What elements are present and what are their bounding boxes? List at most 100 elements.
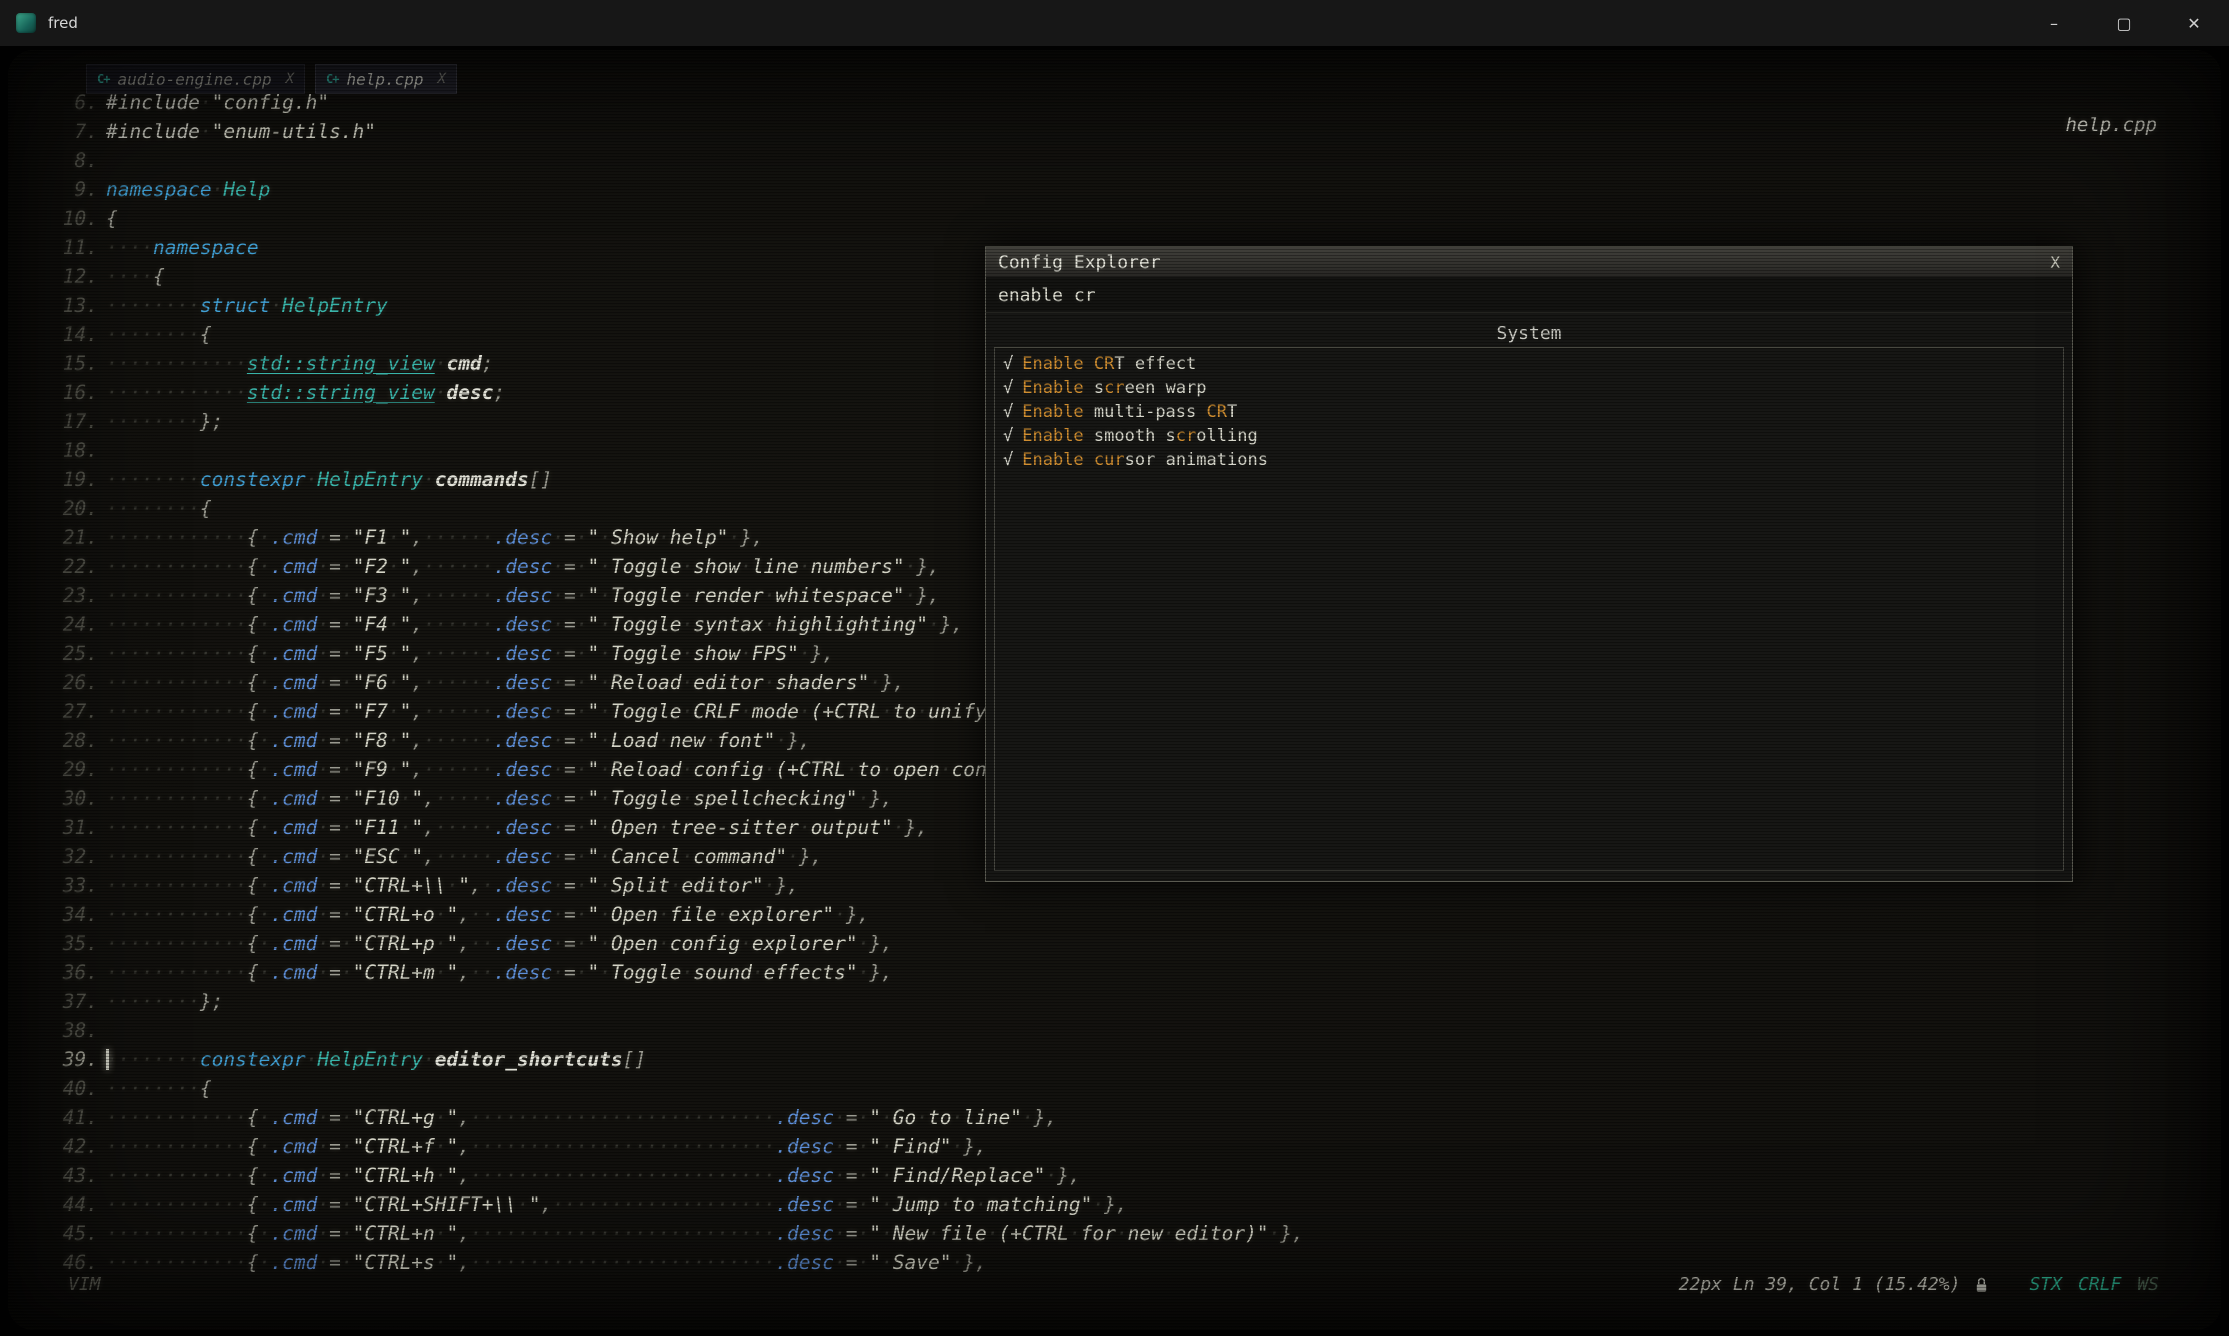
- match-highlight: Enable: [1022, 378, 1083, 398]
- config-option[interactable]: √Enable smooth scrolling: [1003, 424, 2055, 448]
- line-number: 33.: [54, 871, 98, 900]
- code-line: 8.: [8, 146, 2221, 175]
- checkbox-checked-icon: √: [1003, 354, 1013, 374]
- line-number: 34.: [54, 900, 98, 929]
- status-right-group: 22px Ln 39, Col 1 (15.42%) STXCRLFWS: [1679, 1274, 2159, 1295]
- line-number: 18.: [54, 436, 98, 465]
- config-option[interactable]: √ Enable CRT effect: [1003, 352, 2055, 376]
- config-option[interactable]: √ Enable screen warp: [1003, 376, 2055, 400]
- option-text: [1084, 354, 1094, 374]
- line-number: 23.: [54, 581, 98, 610]
- dialog-title: Config Explorer: [998, 252, 1161, 273]
- match-highlight: CR: [1207, 402, 1227, 422]
- crt-bezel: C+ audio-engine.cpp X C+ help.cpp X help…: [0, 46, 2229, 1336]
- status-bar: VIM 22px Ln 39, Col 1 (15.42%) STXCRLFWS: [8, 1274, 2221, 1300]
- option-text: sor animations: [1125, 450, 1268, 470]
- code-line: 46.············{·.cmd·=·"CTRL+s·",······…: [8, 1248, 2221, 1277]
- option-text: T effect: [1114, 354, 1196, 374]
- lock-icon: [1974, 1276, 1989, 1294]
- option-text: s: [1084, 378, 1104, 398]
- line-number: 21.: [54, 523, 98, 552]
- match-highlight: Enable: [1022, 450, 1083, 470]
- status-position: 22px Ln 39, Col 1 (15.42%): [1679, 1274, 1961, 1295]
- dialog-close-icon[interactable]: X: [2050, 253, 2060, 272]
- code-line: 39.········constexpr·HelpEntry·editor_sh…: [8, 1045, 2221, 1074]
- line-number: 7.: [54, 117, 98, 146]
- option-text: smooth s: [1084, 426, 1176, 446]
- checkbox-checked-icon: √: [1003, 378, 1013, 398]
- line-number: 31.: [54, 813, 98, 842]
- checkbox-checked-icon: √: [1003, 450, 1013, 470]
- match-highlight: Enable: [1022, 402, 1083, 422]
- tab-close-icon[interactable]: X: [286, 71, 294, 87]
- line-number: 16.: [54, 378, 98, 407]
- tab-label: help.cpp: [346, 70, 423, 89]
- status-flag-stx: STX: [2029, 1274, 2062, 1295]
- app-icon: [16, 13, 36, 33]
- line-number: 13.: [54, 291, 98, 320]
- line-number: 37.: [54, 987, 98, 1016]
- config-option[interactable]: √ Enable cursor animations: [1003, 448, 2055, 472]
- option-text: T: [1227, 402, 1237, 422]
- line-number: 8.: [54, 146, 98, 175]
- close-button[interactable]: ✕: [2159, 0, 2229, 46]
- config-search-input[interactable]: enable cr: [986, 278, 2072, 313]
- status-flag-crlf: CRLF: [2078, 1274, 2121, 1295]
- line-number: 14.: [54, 320, 98, 349]
- line-number: 40.: [54, 1074, 98, 1103]
- line-number: 43.: [54, 1161, 98, 1190]
- maximize-button[interactable]: ▢: [2089, 0, 2159, 46]
- match-highlight: Enable: [1022, 426, 1083, 446]
- tab-bar: C+ audio-engine.cpp X C+ help.cpp X: [86, 64, 457, 94]
- match-highlight: cr: [1104, 378, 1124, 398]
- checkbox-checked-icon: √: [1003, 426, 1013, 446]
- line-number: 24.: [54, 610, 98, 639]
- checkbox-checked-icon: √: [1003, 402, 1013, 422]
- cpp-file-icon: C+: [97, 72, 109, 86]
- code-line: 36.············{·.cmd·=·"CTRL+m·",··.des…: [8, 958, 2221, 987]
- code-line: 9.namespace·Help: [8, 175, 2221, 204]
- code-line: 40.········{: [8, 1074, 2221, 1103]
- line-number: 26.: [54, 668, 98, 697]
- option-text: een warp: [1125, 378, 1207, 398]
- cpp-file-icon: C+: [326, 72, 338, 86]
- status-mode: VIM: [68, 1274, 101, 1295]
- code-line: 44.············{·.cmd·=·"CTRL+SHIFT+\\·"…: [8, 1190, 2221, 1219]
- line-number: 22.: [54, 552, 98, 581]
- tab-label: audio-engine.cpp: [117, 70, 271, 89]
- match-highlight: Enable: [1022, 354, 1083, 374]
- tab-help[interactable]: C+ help.cpp X: [315, 64, 457, 94]
- line-number: 12.: [54, 262, 98, 291]
- line-number: 27.: [54, 697, 98, 726]
- section-header: System: [986, 321, 2072, 347]
- status-flags: STXCRLFWS: [2029, 1274, 2159, 1295]
- line-number: 39.: [54, 1045, 98, 1074]
- search-query-text: enable cr: [998, 285, 1096, 306]
- match-highlight: cur: [1094, 450, 1125, 470]
- line-number: 9.: [54, 175, 98, 204]
- line-number: 46.: [54, 1248, 98, 1277]
- code-line: 7.#include·"enum-utils.h": [8, 117, 2221, 146]
- line-number: 38.: [54, 1016, 98, 1045]
- code-line: 35.············{·.cmd·=·"CTRL+p·",··.des…: [8, 929, 2221, 958]
- code-line: 37.········};: [8, 987, 2221, 1016]
- tab-close-icon[interactable]: X: [438, 71, 446, 87]
- code-line: 41.············{·.cmd·=·"CTRL+g·",······…: [8, 1103, 2221, 1132]
- match-highlight: cr: [1176, 426, 1196, 446]
- minimize-button[interactable]: –: [2019, 0, 2089, 46]
- line-number: 45.: [54, 1219, 98, 1248]
- code-line: 45.············{·.cmd·=·"CTRL+n·",······…: [8, 1219, 2221, 1248]
- config-option[interactable]: √Enable multi-pass CRT: [1003, 400, 2055, 424]
- line-number: 29.: [54, 755, 98, 784]
- tab-audio-engine[interactable]: C+ audio-engine.cpp X: [86, 64, 305, 94]
- code-line: 38.: [8, 1016, 2221, 1045]
- dialog-titlebar: Config Explorer X: [986, 247, 2072, 278]
- line-number: 15.: [54, 349, 98, 378]
- option-text: [1084, 450, 1094, 470]
- line-number: 30.: [54, 784, 98, 813]
- active-file-indicator: help.cpp: [2065, 114, 2157, 136]
- line-number: 42.: [54, 1132, 98, 1161]
- match-highlight: CR: [1094, 354, 1114, 374]
- line-number: 10.: [54, 204, 98, 233]
- config-explorer-dialog: Config Explorer X enable cr System √ Enab…: [985, 246, 2073, 882]
